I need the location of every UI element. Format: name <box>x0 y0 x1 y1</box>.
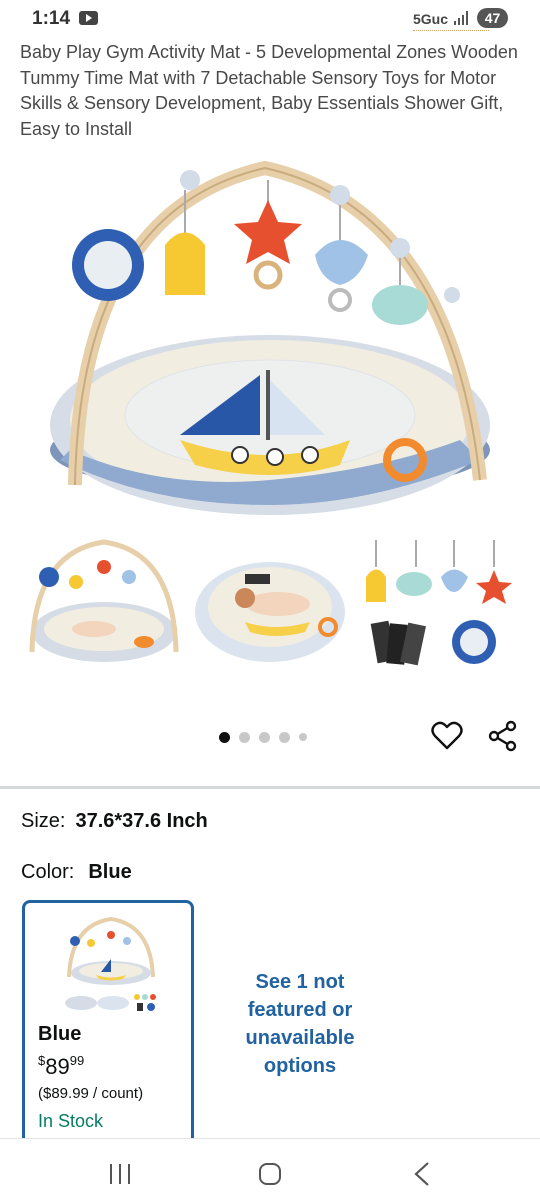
gallery-thumbnail-3[interactable] <box>356 532 520 672</box>
share-icon[interactable] <box>487 720 519 752</box>
option-thumbnail-image <box>65 916 156 1011</box>
color-option-card-blue[interactable]: Blue $8999 ($89.99 / count) In Stock <box>22 900 194 1150</box>
gallery-pagination <box>219 731 307 743</box>
option-stock-status: In Stock <box>38 1111 104 1131</box>
color-selector: Color: Blue <box>21 861 132 884</box>
pagination-dot-active[interactable] <box>219 731 230 743</box>
section-divider <box>0 786 540 789</box>
size-value: 37.6*37.6 Inch <box>75 810 208 832</box>
signal-icon <box>454 11 470 25</box>
gallery-thumbnail-1[interactable] <box>24 532 184 672</box>
color-value: Blue <box>88 861 132 883</box>
heart-icon[interactable] <box>431 721 463 751</box>
pagination-dot[interactable] <box>299 733 307 741</box>
product-main-image[interactable] <box>40 150 500 530</box>
network-label: 5Guc <box>413 11 449 27</box>
product-title: Baby Play Gym Activity Mat - 5 Developme… <box>20 42 518 139</box>
size-selector: Size: 37.6*37.6 Inch <box>21 810 208 833</box>
back-icon[interactable] <box>412 1161 432 1187</box>
notification-dots <box>413 30 489 31</box>
recent-apps-icon[interactable] <box>108 1164 132 1184</box>
system-navigation-bar <box>0 1138 540 1204</box>
home-icon[interactable] <box>259 1163 281 1185</box>
size-label: Size: <box>21 810 66 832</box>
option-name: Blue <box>38 1023 82 1045</box>
battery-icon: 47 <box>477 8 508 28</box>
see-more-options-link[interactable]: See 1 not featured or unavailable option… <box>226 968 374 1080</box>
option-unit-price: ($89.99 / count) <box>38 1085 144 1102</box>
color-label: Color: <box>21 861 75 883</box>
youtube-notification-icon <box>79 11 98 25</box>
status-time: 1:14 <box>32 8 71 29</box>
status-bar: 1:14 5Guc 47 <box>0 0 540 36</box>
option-price: $8999 <box>38 1053 85 1079</box>
pagination-dot[interactable] <box>259 731 270 743</box>
gallery-thumbnail-2[interactable] <box>190 532 350 672</box>
pagination-dot[interactable] <box>279 731 290 743</box>
pagination-dot[interactable] <box>239 731 250 743</box>
